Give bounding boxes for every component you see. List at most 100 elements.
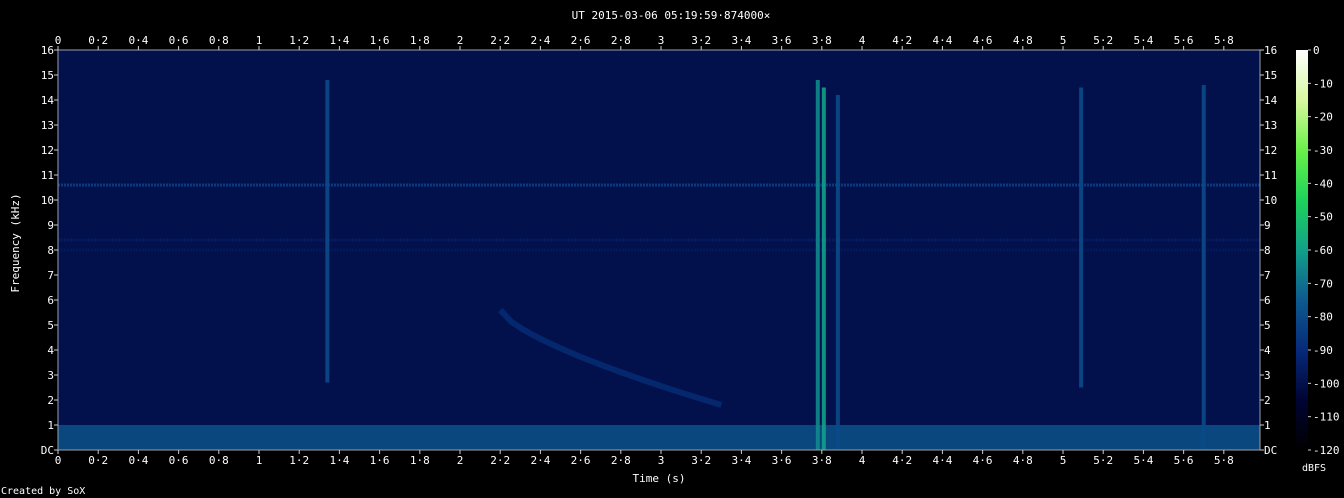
- x-tick-label-top: 5: [1060, 34, 1067, 47]
- colorbar-gradient: [1296, 50, 1308, 450]
- x-tick-label-bottom: 1·8: [410, 454, 430, 467]
- x-tick-label-bottom: 0·8: [209, 454, 229, 467]
- x-tick-label-top: 4·6: [973, 34, 993, 47]
- x-tick-label-bottom: 4·6: [973, 454, 993, 467]
- x-tick-label-top: 2: [457, 34, 464, 47]
- y-tick-label-left: 12: [41, 144, 54, 157]
- colorbar-label: dBFS: [1302, 463, 1326, 474]
- y-tick-label-left: 13: [41, 119, 54, 132]
- x-tick-label-top: 0: [55, 34, 62, 47]
- y-tick-label-left: 2: [47, 394, 54, 407]
- colorbar-tick-label: -120: [1313, 444, 1340, 457]
- x-tick-label-bottom: 3·2: [691, 454, 711, 467]
- colorbar-tick-label: -10: [1313, 77, 1333, 90]
- y-tick-label-right: 4: [1264, 344, 1271, 357]
- x-tick-label-bottom: 1·6: [370, 454, 390, 467]
- low-frequency-band: [58, 425, 1260, 450]
- x-tick-label-bottom: 5·4: [1133, 454, 1153, 467]
- y-tick-label-left: 16: [41, 44, 54, 57]
- x-tick-label-top: 2·4: [530, 34, 550, 47]
- x-tick-label-bottom: 2·4: [530, 454, 550, 467]
- x-tick-label-top: 4·4: [932, 34, 952, 47]
- colorbar-tick-label: -90: [1313, 344, 1333, 357]
- x-tick-label-bottom: 2·2: [490, 454, 510, 467]
- x-tick-label-top: 4·2: [892, 34, 912, 47]
- x-tick-label-top: 5·4: [1133, 34, 1153, 47]
- x-tick-label-top: 0·6: [169, 34, 189, 47]
- colorbar-tick-label: -100: [1313, 377, 1340, 390]
- footer-credit: Created by SoX: [1, 486, 85, 497]
- x-tick-label-bottom: 5·2: [1093, 454, 1113, 467]
- y-tick-label-left: 1: [47, 419, 54, 432]
- y-tick-label-right: 14: [1264, 94, 1278, 107]
- y-tick-label-left: 8: [47, 244, 54, 257]
- x-tick-label-bottom: 3·4: [731, 454, 751, 467]
- y-tick-label-left: 3: [47, 369, 54, 382]
- x-tick-label-top: 1: [256, 34, 263, 47]
- x-tick-label-bottom: 4·8: [1013, 454, 1033, 467]
- y-tick-label-left: 5: [47, 319, 54, 332]
- y-tick-label-right: 6: [1264, 294, 1271, 307]
- colorbar-tick-label: -60: [1313, 244, 1333, 257]
- x-tick-label-bottom: 5: [1060, 454, 1067, 467]
- y-tick-label-left: 4: [47, 344, 54, 357]
- spectrogram-chart: UT 2015-03-06 05:19:59·874000× 0 0 0·2 0·2 0…: [0, 0, 1344, 498]
- y-tick-label-right: 13: [1264, 119, 1277, 132]
- x-tick-label-top: 1·4: [329, 34, 349, 47]
- x-tick-label-bottom: 0·4: [128, 454, 148, 467]
- y-tick-label-right: 3: [1264, 369, 1271, 382]
- x-tick-label-bottom: 4: [859, 454, 866, 467]
- x-tick-label-bottom: 2: [457, 454, 464, 467]
- x-tick-label-bottom: 0: [55, 454, 62, 467]
- y-tick-label-left: 14: [41, 94, 55, 107]
- y-tick-label-left: 11: [41, 169, 54, 182]
- x-axis-label: Time (s): [633, 472, 686, 485]
- x-tick-label-top: 3·8: [812, 34, 832, 47]
- x-tick-label-top: 0·2: [88, 34, 108, 47]
- y-tick-label-right: 5: [1264, 319, 1271, 332]
- x-tick-label-top: 1·8: [410, 34, 430, 47]
- x-tick-label-bottom: 2·8: [611, 454, 631, 467]
- x-tick-label-top: 5·6: [1174, 34, 1194, 47]
- colorbar-tick-label: -70: [1313, 277, 1333, 290]
- y-tick-label-right: 1: [1264, 419, 1271, 432]
- x-tick-label-bottom: 0·2: [88, 454, 108, 467]
- y-tick-label-right: 11: [1264, 169, 1277, 182]
- x-tick-label-bottom: 5·6: [1174, 454, 1194, 467]
- y-tick-label-right: DC: [1264, 444, 1277, 457]
- y-tick-label-left: 15: [41, 69, 54, 82]
- x-tick-label-top: 2·8: [611, 34, 631, 47]
- x-tick-label-bottom: 1·4: [329, 454, 349, 467]
- x-tick-label-bottom: 0·6: [169, 454, 189, 467]
- y-tick-label-right: 9: [1264, 219, 1271, 232]
- x-tick-label-bottom: 2·6: [571, 454, 591, 467]
- x-tick-label-bottom: 3·6: [772, 454, 792, 467]
- x-tick-label-top: 5·2: [1093, 34, 1113, 47]
- colorbar-tick-label: -20: [1313, 111, 1333, 124]
- y-tick-label-left: 7: [47, 269, 54, 282]
- x-tick-label-top: 3·4: [731, 34, 751, 47]
- y-tick-label-right: 15: [1264, 69, 1277, 82]
- y-tick-label-right: 7: [1264, 269, 1271, 282]
- colorbar-tick-label: -50: [1313, 211, 1333, 224]
- x-tick-label-top: 4·8: [1013, 34, 1033, 47]
- x-tick-label-bottom: 4·4: [932, 454, 952, 467]
- y-tick-label-right: 16: [1264, 44, 1277, 57]
- x-tick-label-top: 5·8: [1214, 34, 1234, 47]
- colorbar-tick-label: -40: [1313, 177, 1333, 190]
- x-tick-label-bottom: 4·2: [892, 454, 912, 467]
- y-tick-label-left: DC: [41, 444, 54, 457]
- x-tick-label-top: 4: [859, 34, 866, 47]
- x-tick-label-bottom: 5·8: [1214, 454, 1234, 467]
- colorbar-tick-label: 0: [1313, 44, 1320, 57]
- x-tick-label-top: 1·2: [289, 34, 309, 47]
- x-tick-label-top: 3·2: [691, 34, 711, 47]
- y-tick-label-right: 10: [1264, 194, 1277, 207]
- x-tick-label-bottom: 3: [658, 454, 665, 467]
- y-tick-label-right: 12: [1264, 144, 1277, 157]
- x-tick-label-bottom: 1·2: [289, 454, 309, 467]
- x-tick-label-top: 3·6: [772, 34, 792, 47]
- y-tick-label-left: 10: [41, 194, 54, 207]
- x-tick-label-top: 2·6: [571, 34, 591, 47]
- x-tick-label-bottom: 1: [256, 454, 263, 467]
